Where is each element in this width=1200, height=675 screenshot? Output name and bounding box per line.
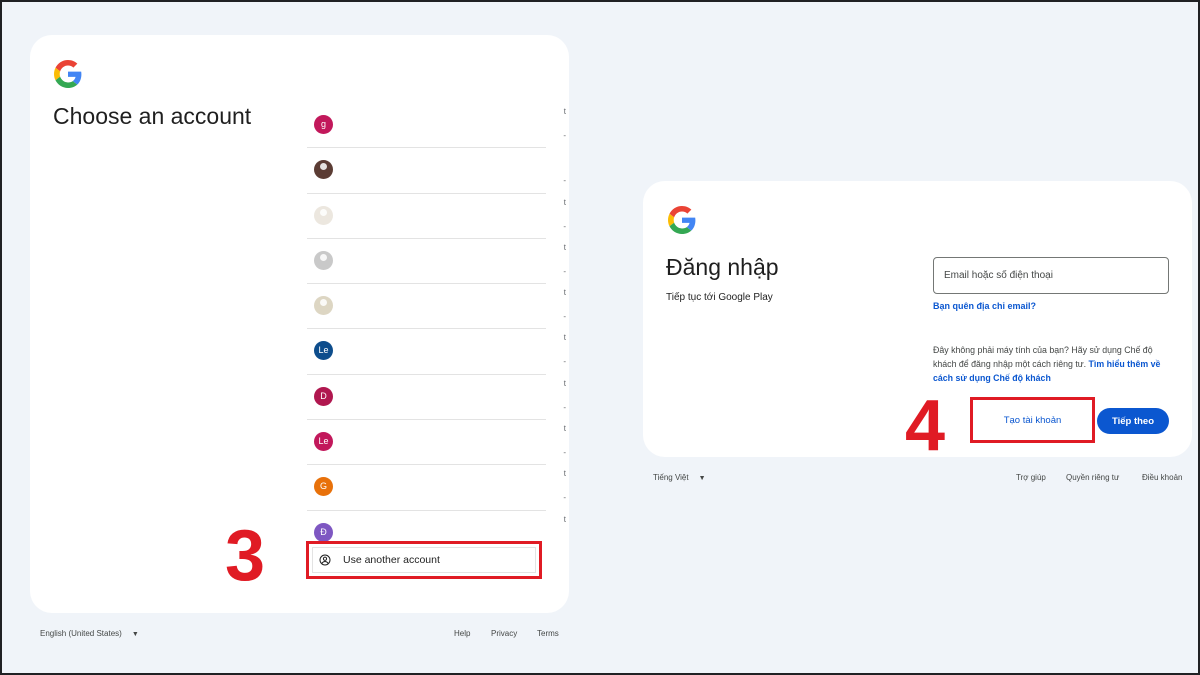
account-email-fragment: t [563,288,566,298]
account-name-fragment: - [563,402,566,412]
caret-down-icon: ▼ [131,631,139,638]
account-row[interactable]: t - [307,194,566,239]
use-another-account-label: Use another account [343,554,440,566]
page-title: Choose an account [53,103,252,129]
account-row[interactable]: Le t - [307,329,566,375]
avatar-photo [314,160,333,180]
avatar: G [314,477,333,497]
help-link[interactable]: Trợ giúp [1016,473,1046,482]
account-email-fragment: t [563,378,566,388]
language-label: English (United States) [40,629,122,638]
avatar-photo [314,205,333,225]
account-row[interactable]: g t - [307,103,566,149]
account-row[interactable]: t - [307,239,566,285]
account-name-fragment: - [563,221,566,231]
avatar-photo [314,296,333,316]
account-row[interactable]: Le t - [307,420,566,466]
account-email-fragment: t [563,469,566,479]
step-number-3: 3 [225,516,266,596]
account-list: g t - - t - t - t - Le t - D t - Le t - … [307,103,566,555]
guest-mode-note: Đây không phải máy tính của bạn? Hãy sử … [933,343,1173,385]
caret-down-icon: ▼ [698,475,706,482]
account-email-fragment: t [563,333,566,343]
create-account-button[interactable]: Tạo tài khoản [970,397,1095,443]
page-subtitle: Tiếp tục tới Google Play [666,292,773,303]
terms-link[interactable]: Điều khoản [1142,473,1182,482]
account-name-fragment: - [563,176,566,186]
terms-link[interactable]: Terms [537,629,559,638]
account-name-fragment: - [563,131,566,140]
account-email-fragment: t [563,107,566,116]
help-link[interactable]: Help [454,629,470,638]
privacy-link[interactable]: Quyền riêng tư [1066,473,1119,482]
account-row[interactable]: - [307,148,566,194]
email-input[interactable] [933,257,1169,294]
google-logo-icon [668,206,696,234]
account-chooser-card: Choose an account g t - - t - t - t - Le [30,35,569,613]
avatar: Le [314,341,333,361]
account-email-fragment: t [563,514,566,524]
next-button[interactable]: Tiếp theo [1097,408,1169,434]
account-name-fragment: - [563,357,566,367]
account-name-fragment: - [563,493,566,503]
language-selector[interactable]: Tiếng Việt ▼ [653,473,706,482]
language-label: Tiếng Việt [653,473,689,482]
account-row[interactable]: D t - [307,375,566,421]
avatar: Đ [314,522,333,542]
forgot-email-link[interactable]: Bạn quên địa chỉ email? [933,301,1036,311]
person-circle-icon [319,554,331,566]
use-another-account-button[interactable]: Use another account [306,541,542,579]
step-number-4: 4 [905,386,946,466]
account-name-fragment: - [563,448,566,458]
account-email-fragment: t [563,242,566,252]
avatar: g [314,115,333,134]
account-email-fragment: t [563,424,566,434]
google-logo-icon [54,60,82,88]
avatar: D [314,386,333,406]
avatar-photo [314,250,333,270]
language-selector[interactable]: English (United States) ▼ [40,629,139,638]
account-name-fragment: - [563,312,566,322]
avatar: Le [314,432,333,452]
account-email-fragment: t [563,197,566,207]
account-row[interactable]: G t - [307,465,566,511]
privacy-link[interactable]: Privacy [491,629,517,638]
account-row[interactable]: t - [307,284,566,330]
account-name-fragment: - [563,266,566,276]
page-title: Đăng nhập [666,254,779,280]
